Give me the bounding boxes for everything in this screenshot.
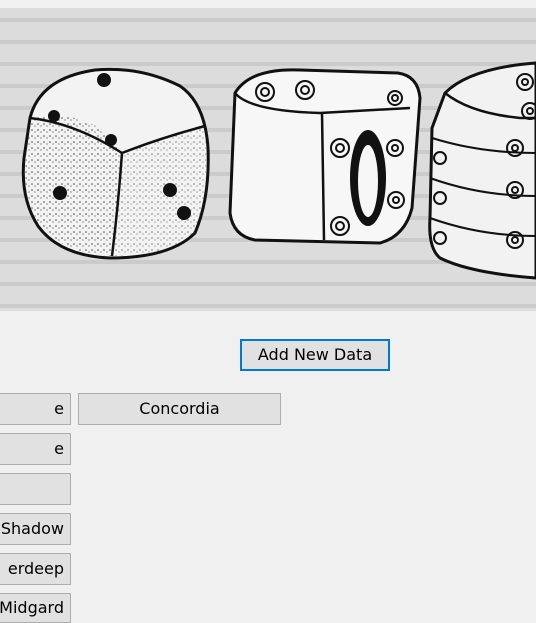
list-button-midgard[interactable]: Midgard: [0, 593, 71, 623]
list-button-row3[interactable]: [0, 473, 71, 505]
list-button-row2[interactable]: e: [0, 433, 71, 465]
list-button-concordia[interactable]: Concordia: [78, 393, 281, 425]
list-button-erdeep[interactable]: erdeep: [0, 553, 71, 585]
list-button-row1-left[interactable]: e: [0, 393, 71, 425]
hero-image: [0, 8, 536, 311]
dice-illustration: [0, 8, 536, 311]
add-new-data-button[interactable]: Add New Data: [240, 339, 390, 371]
list-button-shadow[interactable]: l Shadow: [0, 513, 71, 545]
